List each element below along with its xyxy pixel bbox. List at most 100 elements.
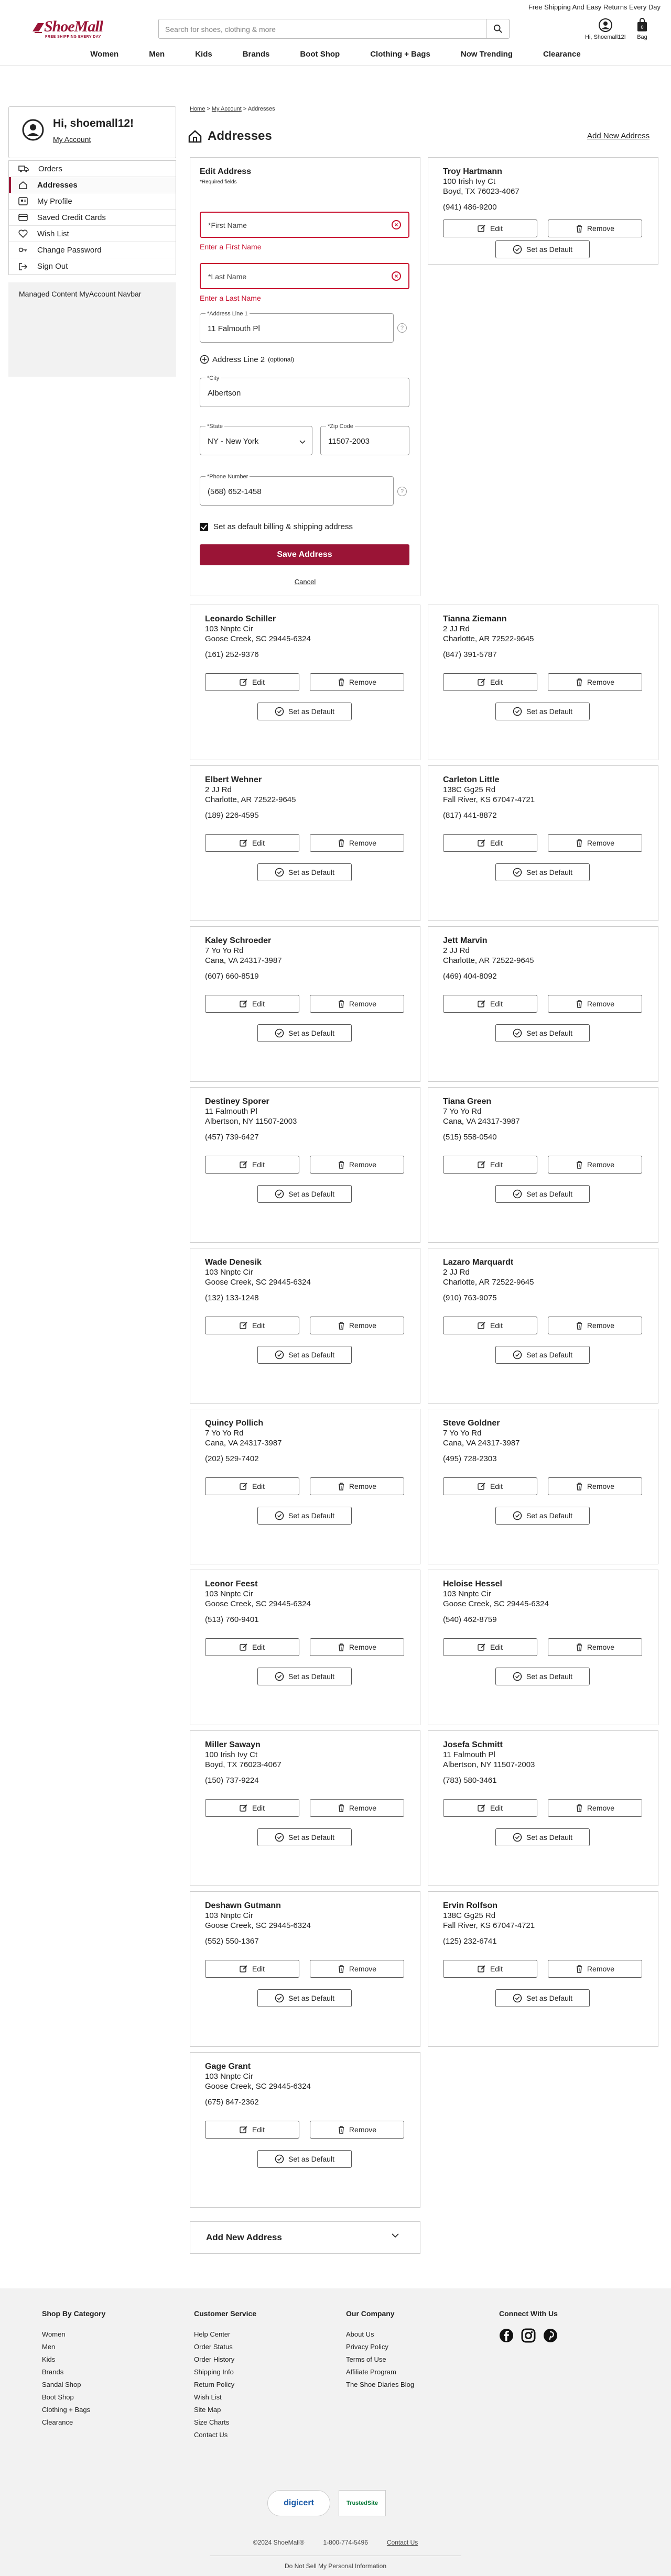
footer-link[interactable]: Help Center xyxy=(194,2328,256,2341)
footer-link[interactable]: Site Map xyxy=(194,2404,256,2416)
remove-button[interactable]: Remove xyxy=(310,1799,404,1817)
footer-link[interactable]: Kids xyxy=(42,2353,105,2366)
edit-button[interactable]: Edit xyxy=(205,1156,299,1174)
set-default-button[interactable]: Set as Default xyxy=(257,703,352,720)
do-not-sell-link[interactable]: Do Not Sell My Personal Information xyxy=(0,2562,671,2570)
footer-link[interactable]: Men xyxy=(42,2341,105,2353)
add-new-address-panel[interactable]: Add New Address xyxy=(190,2221,420,2254)
sidebar-item-change-password[interactable]: Change Password xyxy=(9,242,176,258)
nav-now-trending[interactable]: Now Trending xyxy=(452,45,521,65)
shoemall-logo[interactable]: ShoeMall FREE SHIPPING EVERY DAY xyxy=(31,18,115,39)
set-default-button[interactable]: Set as Default xyxy=(495,1024,590,1042)
edit-button[interactable]: Edit xyxy=(443,1960,537,1978)
edit-button[interactable]: Edit xyxy=(443,995,537,1013)
edit-button[interactable]: Edit xyxy=(205,834,299,852)
remove-button[interactable]: Remove xyxy=(548,1156,642,1174)
set-default-button[interactable]: Set as Default xyxy=(257,1346,352,1364)
sidebar-item-signout[interactable]: Sign Out xyxy=(9,258,176,275)
footer-link[interactable]: Shipping Info xyxy=(194,2366,256,2378)
remove-button[interactable]: Remove xyxy=(310,2121,404,2139)
remove-button[interactable]: Remove xyxy=(548,995,642,1013)
remove-button[interactable]: Remove xyxy=(548,1960,642,1978)
set-default-button[interactable]: Set as Default xyxy=(257,1024,352,1042)
edit-button[interactable]: Edit xyxy=(443,1156,537,1174)
sidebar-item-addresses[interactable]: Addresses xyxy=(9,177,176,193)
footer-link[interactable]: Clearance xyxy=(42,2416,105,2429)
remove-button[interactable]: Remove xyxy=(548,834,642,852)
city-field[interactable]: *City Albertson xyxy=(200,375,409,407)
edit-button[interactable]: Edit xyxy=(443,673,537,691)
bag-button[interactable]: 0 Bag xyxy=(636,18,648,40)
default-checkbox-row[interactable]: Set as default billing & shipping addres… xyxy=(200,522,353,531)
address-line1-field[interactable]: *Address Line 1 11 Falmouth Pl xyxy=(200,311,394,343)
footer-link[interactable]: About Us xyxy=(346,2328,414,2341)
footer-link[interactable]: Boot Shop xyxy=(42,2391,105,2404)
remove-button[interactable]: Remove xyxy=(548,1477,642,1495)
nav-clothing-bags[interactable]: Clothing + Bags xyxy=(362,45,439,65)
remove-button[interactable]: Remove xyxy=(310,1477,404,1495)
edit-button[interactable]: Edit xyxy=(205,995,299,1013)
set-default-button[interactable]: Set as Default xyxy=(257,863,352,881)
nav-boot-shop[interactable]: Boot Shop xyxy=(291,45,348,65)
footer-link[interactable]: Privacy Policy xyxy=(346,2341,414,2353)
search-button[interactable] xyxy=(486,19,509,38)
footer-link[interactable]: Order History xyxy=(194,2353,256,2366)
trustedsite-badge[interactable]: TrustedSite xyxy=(339,2490,386,2516)
set-default-button[interactable]: Set as Default xyxy=(257,2150,352,2168)
nav-brands[interactable]: Brands xyxy=(234,45,278,65)
state-select[interactable]: *State NY - New York xyxy=(200,423,312,455)
footer-link[interactable]: Women xyxy=(42,2328,105,2341)
edit-button[interactable]: Edit xyxy=(443,1477,537,1495)
edit-button[interactable]: Edit xyxy=(443,220,537,237)
remove-button[interactable]: Remove xyxy=(310,1317,404,1334)
edit-button[interactable]: Edit xyxy=(443,1799,537,1817)
set-default-button[interactable]: Set as Default xyxy=(257,1185,352,1203)
set-default-button[interactable]: Set as Default xyxy=(495,1828,590,1846)
edit-button[interactable]: Edit xyxy=(205,673,299,691)
footer-link[interactable]: Contact Us xyxy=(194,2429,256,2441)
remove-button[interactable]: Remove xyxy=(548,1799,642,1817)
footer-link[interactable]: Terms of Use xyxy=(346,2353,414,2366)
set-default-button[interactable]: Set as Default xyxy=(495,703,590,720)
edit-button[interactable]: Edit xyxy=(443,1638,537,1656)
remove-button[interactable]: Remove xyxy=(548,673,642,691)
last-name-field[interactable]: *Last Name × xyxy=(200,263,409,289)
zip-field[interactable]: *Zip Code 11507-2003 xyxy=(320,423,409,455)
edit-button[interactable]: Edit xyxy=(205,1477,299,1495)
sidebar-item-cards[interactable]: Saved Credit Cards xyxy=(9,210,176,226)
sidebar-item-orders[interactable]: Orders xyxy=(9,161,176,177)
footer-link[interactable]: Wish List xyxy=(194,2391,256,2404)
search-bar[interactable]: Search for shoes, clothing & more xyxy=(158,19,510,39)
edit-button[interactable]: Edit xyxy=(205,1638,299,1656)
set-default-button[interactable]: Set as Default xyxy=(495,1185,590,1203)
address-line2-toggle[interactable]: Address Line 2 (optional) xyxy=(200,355,294,364)
remove-button[interactable]: Remove xyxy=(548,1638,642,1656)
edit-button[interactable]: Edit xyxy=(205,1799,299,1817)
sidebar-item-wishlist[interactable]: Wish List xyxy=(9,226,176,242)
set-default-button[interactable]: Set as Default xyxy=(495,1346,590,1364)
edit-button[interactable]: Edit xyxy=(443,834,537,852)
instagram-icon[interactable] xyxy=(521,2328,536,2343)
set-default-button[interactable]: Set as Default xyxy=(257,1668,352,1685)
footer-link[interactable]: Brands xyxy=(42,2366,105,2378)
remove-button[interactable]: Remove xyxy=(310,1156,404,1174)
remove-button[interactable]: Remove xyxy=(310,834,404,852)
remove-button[interactable]: Remove xyxy=(310,673,404,691)
help-icon[interactable]: ? xyxy=(397,323,407,333)
edit-button[interactable]: Edit xyxy=(205,1960,299,1978)
facebook-icon[interactable] xyxy=(499,2328,514,2343)
footer-contact-link[interactable]: Contact Us xyxy=(387,2539,418,2546)
first-name-field[interactable]: *First Name × xyxy=(200,212,409,238)
pinterest-icon[interactable] xyxy=(543,2328,558,2343)
edit-button[interactable]: Edit xyxy=(205,1317,299,1334)
edit-button[interactable]: Edit xyxy=(443,1317,537,1334)
footer-link[interactable]: Order Status xyxy=(194,2341,256,2353)
search-input[interactable]: Search for shoes, clothing & more xyxy=(165,25,276,34)
sidebar-item-profile[interactable]: My Profile xyxy=(9,193,176,210)
remove-button[interactable]: Remove xyxy=(548,1317,642,1334)
footer-link[interactable]: Affiliate Program xyxy=(346,2366,414,2378)
set-default-button[interactable]: Set as Default xyxy=(495,1668,590,1685)
nav-women[interactable]: Women xyxy=(82,45,127,65)
footer-link[interactable]: The Shoe Diaries Blog xyxy=(346,2378,414,2391)
account-menu[interactable]: Hi, Shoemall12! xyxy=(585,18,626,40)
